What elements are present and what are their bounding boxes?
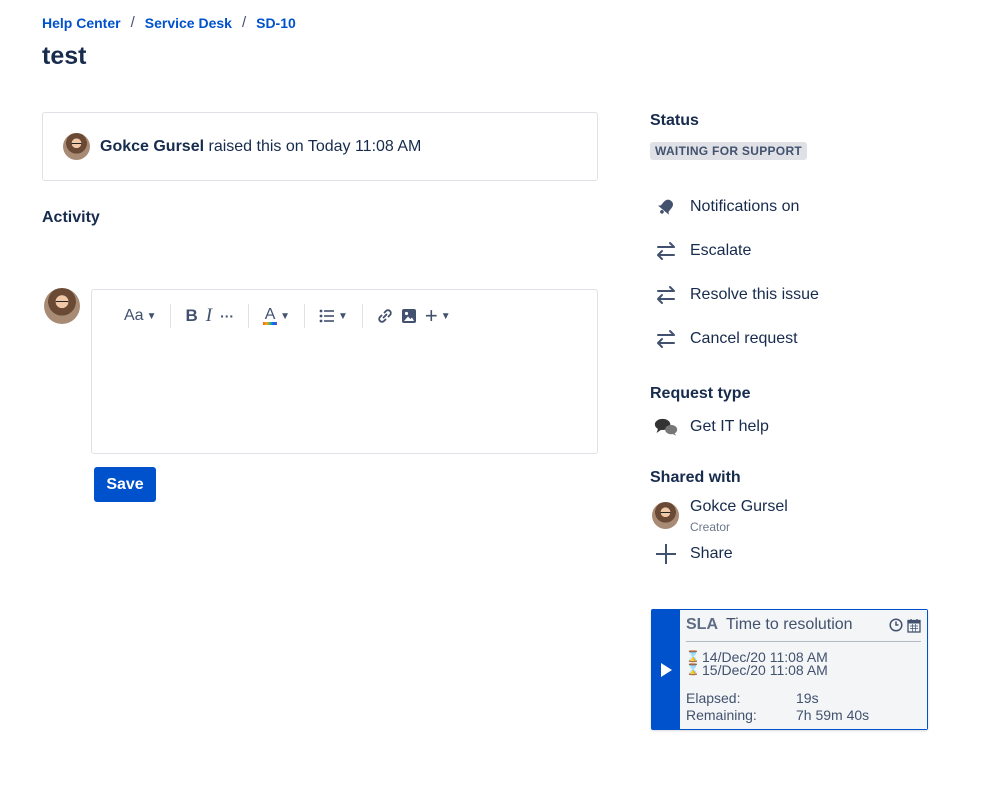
page-title: test: [42, 42, 87, 70]
breadcrumb-separator: /: [241, 14, 247, 31]
sla-elapsed-label: Elapsed:: [686, 690, 741, 706]
toolbar-divider: [304, 304, 305, 328]
text-color-icon: A: [263, 306, 278, 325]
notifications-toggle[interactable]: Notifications on: [654, 195, 799, 219]
list-dropdown[interactable]: ▼: [315, 302, 352, 330]
sla-header: SLA Time to resolution: [686, 616, 921, 642]
chevron-down-icon: ▼: [280, 310, 290, 322]
sla-end-date: 15/Dec/20 11:08 AM: [702, 662, 828, 678]
sla-panel: SLA Time to resolution ⌛ 14/Dec/20 11:08…: [651, 609, 928, 730]
shared-with-heading: Shared with: [650, 469, 741, 486]
cancel-request-action[interactable]: Cancel request: [654, 327, 798, 351]
toolbar-divider: [361, 304, 363, 328]
transition-arrows-icon: [654, 283, 678, 307]
status-badge: WAITING FOR SUPPORT: [650, 142, 808, 160]
sla-expand-toggle[interactable]: [652, 610, 680, 729]
bullet-list-icon: [319, 309, 334, 323]
hourglass-start-icon: ⌛: [686, 651, 700, 663]
chevron-down-icon: ▼: [338, 310, 348, 322]
text-color-letter: A: [264, 306, 276, 323]
save-button[interactable]: Save: [94, 467, 156, 502]
link-button[interactable]: [373, 302, 397, 330]
chat-bubbles-icon: [654, 415, 678, 439]
plus-icon: [654, 542, 678, 566]
hourglass-end-icon: ⌛: [686, 664, 700, 676]
participant-name: Gokce Gursel: [690, 498, 788, 515]
sla-label: SLA: [686, 616, 718, 633]
resolve-action[interactable]: Resolve this issue: [654, 283, 819, 307]
italic-icon: I: [205, 305, 213, 326]
participant-avatar: [652, 502, 679, 529]
bold-icon: B: [185, 306, 198, 325]
status-heading: Status: [650, 112, 699, 129]
text-style-label: Aa: [124, 307, 144, 324]
notifications-label: Notifications on: [690, 198, 800, 215]
sla-remaining-value: 7h 59m 40s: [796, 707, 870, 723]
sla-body: SLA Time to resolution ⌛ 14/Dec/20 11:08…: [680, 610, 927, 729]
escalate-action[interactable]: Escalate: [654, 239, 751, 263]
raised-info: Gokce Gursel raised this on Today 11:08 …: [100, 138, 421, 156]
raised-text: raised this on Today 11:08 AM: [208, 137, 422, 155]
sla-elapsed-value: 19s: [796, 690, 819, 706]
breadcrumb-separator: /: [130, 14, 135, 31]
sla-remaining-row: Remaining: 7h 59m 40s: [686, 707, 921, 724]
sla-header-icons: [889, 617, 921, 633]
more-icon: ···: [220, 308, 235, 324]
toolbar-divider: [248, 304, 250, 328]
sla-name: Time to resolution: [726, 616, 853, 633]
transition-arrows-icon: [654, 239, 678, 263]
request-details-card: Gokce Gursel raised this on Today 11:08 …: [42, 112, 598, 181]
comment-editor[interactable]: Aa ▼ B I ··· A ▼ ▼ + ▼: [91, 289, 598, 454]
italic-button[interactable]: I: [202, 302, 216, 330]
toolbar-divider: [170, 304, 172, 328]
reporter-avatar: [63, 133, 90, 160]
link-icon: [378, 309, 392, 323]
request-type-label: Get IT help: [690, 418, 769, 435]
share-label: Share: [690, 545, 733, 562]
sla-elapsed-row: Elapsed: 19s: [686, 690, 921, 707]
transition-arrows-icon: [654, 327, 678, 351]
bold-button[interactable]: B: [181, 302, 201, 330]
sla-dates: ⌛ 14/Dec/20 11:08 AM ⌛ 15/Dec/20 11:08 A…: [686, 650, 921, 678]
sla-remaining-label: Remaining:: [686, 707, 757, 723]
chevron-down-icon: ▼: [440, 310, 451, 322]
image-icon: [401, 309, 416, 323]
request-type-item: Get IT help: [654, 415, 769, 439]
text-style-dropdown[interactable]: Aa ▼: [120, 302, 160, 330]
cancel-request-label: Cancel request: [690, 330, 798, 347]
participant-role: Creator: [690, 520, 731, 534]
plus-icon: +: [424, 303, 438, 328]
more-formatting-button[interactable]: ···: [216, 302, 238, 330]
play-icon: [661, 662, 672, 677]
resolve-label: Resolve this issue: [690, 286, 819, 303]
share-button[interactable]: Share: [654, 542, 733, 566]
current-user-avatar: [44, 288, 80, 324]
sla-times: Elapsed: 19s Remaining: 7h 59m 40s: [686, 690, 921, 724]
activity-heading: Activity: [42, 209, 100, 226]
calendar-icon: [907, 618, 921, 633]
breadcrumb: Help Center / Service Desk / SD-10: [42, 14, 296, 31]
insert-dropdown[interactable]: + ▼: [421, 302, 455, 330]
breadcrumb-service-desk[interactable]: Service Desk: [145, 15, 232, 31]
breadcrumb-issue-key[interactable]: SD-10: [256, 15, 296, 31]
editor-toolbar: Aa ▼ B I ··· A ▼ ▼ + ▼: [92, 290, 597, 342]
chevron-down-icon: ▼: [146, 310, 157, 322]
clock-icon: [889, 617, 903, 632]
breadcrumb-help-center[interactable]: Help Center: [42, 15, 121, 31]
image-button[interactable]: [397, 302, 421, 330]
notification-bell-icon: [654, 195, 678, 219]
escalate-label: Escalate: [690, 242, 752, 259]
request-type-heading: Request type: [650, 385, 751, 402]
sla-end-row: ⌛ 15/Dec/20 11:08 AM: [686, 662, 921, 678]
shared-participant: Gokce Gursel Creator: [652, 498, 788, 534]
reporter-name: Gokce Gursel: [100, 137, 205, 155]
text-color-button[interactable]: A ▼: [259, 302, 294, 330]
